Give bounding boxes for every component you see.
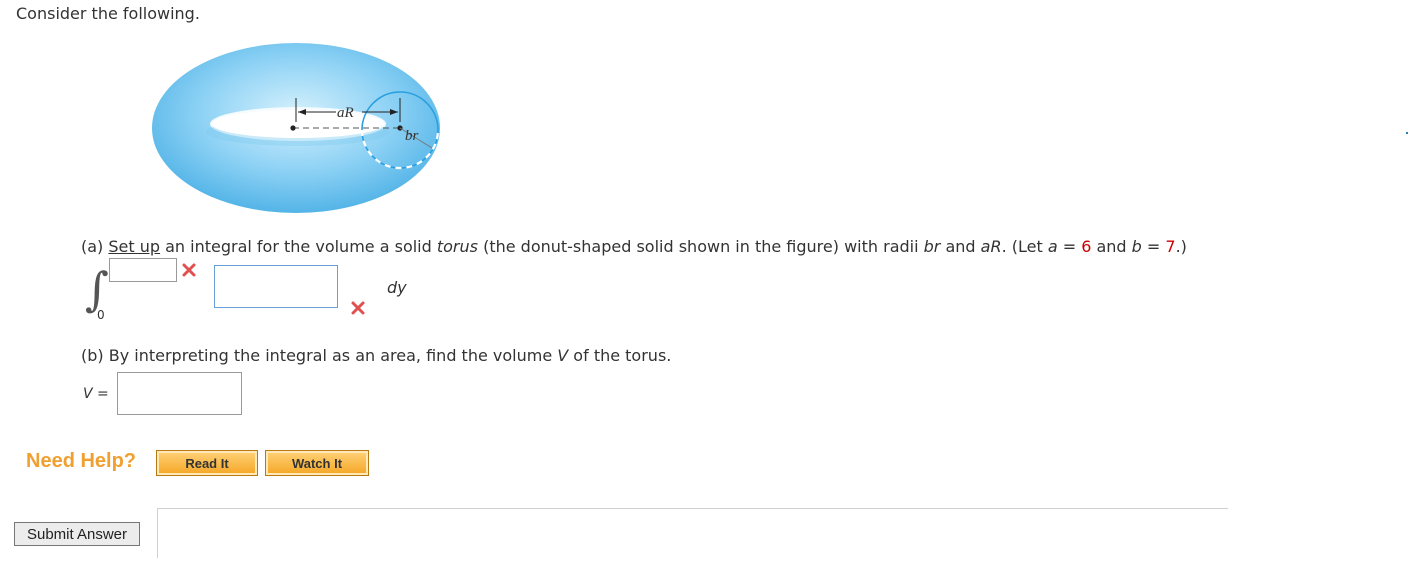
- need-help-label: Need Help?: [26, 450, 137, 472]
- part-a-prefix: (a): [81, 237, 109, 256]
- part-a-and: and: [940, 237, 981, 256]
- b-var: b: [1131, 237, 1142, 256]
- br-var: br: [923, 237, 941, 256]
- b-value: 7: [1165, 237, 1176, 256]
- part-a-text2: (the donut-shaped solid shown in the fig…: [477, 237, 924, 256]
- part-b-text2: of the torus.: [568, 346, 672, 365]
- part-a-close: .): [1175, 237, 1187, 256]
- read-it-button[interactable]: Read It: [156, 450, 258, 476]
- divider-line: [158, 508, 1228, 509]
- part-a-question: (a) Set up an integral for the volume a …: [81, 237, 1187, 256]
- stray-dot: [1406, 132, 1408, 134]
- aR-var: aR: [980, 237, 1002, 256]
- incorrect-icon: [351, 301, 365, 315]
- v-var: V: [557, 346, 569, 365]
- part-a-and2: and: [1091, 237, 1132, 256]
- label-aR: aR: [337, 105, 354, 121]
- equals-2: =: [1141, 237, 1166, 256]
- a-var: a: [1047, 237, 1058, 256]
- part-a-text3: . (Let: [1001, 237, 1048, 256]
- part-b-question: (b) By interpreting the integral as an a…: [81, 346, 671, 365]
- v-label-var: V: [83, 386, 93, 402]
- upper-limit-input[interactable]: [109, 258, 177, 282]
- integrand-input[interactable]: [214, 265, 338, 308]
- label-br: br: [405, 128, 419, 144]
- lower-limit: 0: [97, 308, 105, 322]
- volume-answer-input[interactable]: [117, 372, 242, 415]
- divider-vertical: [157, 508, 158, 558]
- incorrect-icon: [182, 263, 196, 277]
- torus-figure: aR br: [148, 40, 448, 220]
- a-value: 6: [1081, 237, 1092, 256]
- volume-label: V =: [83, 386, 109, 402]
- integral-symbol: ∫: [85, 262, 109, 316]
- set-up-link: Set up: [108, 237, 161, 256]
- watch-it-button[interactable]: Watch It: [265, 450, 369, 476]
- submit-answer-button[interactable]: Submit Answer: [14, 522, 140, 546]
- v-label-eq: =: [92, 386, 109, 402]
- differential-dy: dy: [387, 278, 407, 297]
- intro-text: Consider the following.: [16, 4, 200, 23]
- part-a-text1: an integral for the volume a solid: [160, 237, 437, 256]
- torus-word: torus: [436, 237, 478, 256]
- part-b-text1: (b) By interpreting the integral as an a…: [81, 346, 558, 365]
- equals-1: =: [1057, 237, 1082, 256]
